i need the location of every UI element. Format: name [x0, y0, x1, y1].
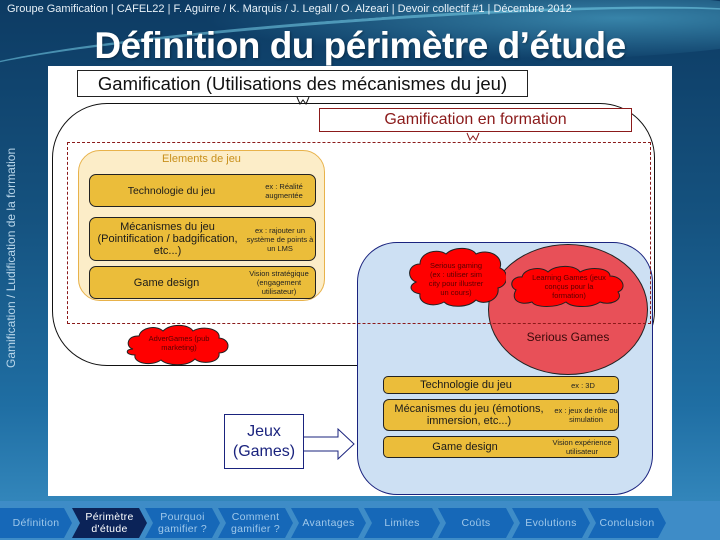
page-title: Définition du périmètre d’étude	[94, 25, 626, 66]
nav-tab-perimetre[interactable]: Périmètre d'étude	[72, 508, 147, 538]
nav-tab-pourquoi[interactable]: Pourquoi gamifier ?	[145, 508, 220, 538]
side-label: Gamification / Ludification de la format…	[4, 147, 18, 368]
games-row-main: Mécanismes du jeu (émotions, immersion, …	[394, 403, 544, 427]
brace-arrow-icon	[466, 132, 480, 141]
elements-title: Elements de jeu	[162, 153, 241, 165]
games-row-note: ex : jeux de rôle ou simulation	[554, 406, 618, 424]
nav-tab-limites[interactable]: Limites	[364, 508, 440, 538]
section-nav: Définition Périmètre d'étude Pourquoi ga…	[0, 501, 720, 540]
gamification-box: Gamification (Utilisations des mécanisme…	[77, 70, 528, 97]
element-row-main: Game design	[133, 276, 200, 289]
games-row-main: Technologie du jeu	[420, 379, 512, 391]
element-row: Mécanismes du jeu (Pointification / badg…	[89, 217, 316, 261]
element-row-main: Mécanismes du jeu (Pointification / badg…	[97, 221, 238, 257]
learning-games-label: Learning Games (jeux conçus pour la form…	[532, 273, 606, 300]
element-row: Game design Vision stratégique (engageme…	[89, 266, 316, 299]
nav-tab-evolutions[interactable]: Evolutions	[512, 508, 590, 538]
arrow-right-icon	[304, 428, 355, 460]
games-row-note: Vision expérience utilisateur	[552, 438, 612, 456]
games-row: Technologie du jeu ex : 3D	[383, 376, 619, 394]
serious-games-label: Serious Games	[526, 330, 610, 344]
serious-gaming-label: Serious gaming (ex : utiliser sim city p…	[428, 261, 484, 297]
element-row-note: ex : rajouter un système de points à un …	[246, 225, 314, 253]
nav-tab-conclusion[interactable]: Conclusion	[588, 508, 666, 538]
jeux-box: Jeux (Games)	[224, 414, 304, 469]
header-meta-line: Groupe Gamification | CAFEL22 | F. Aguir…	[7, 3, 572, 15]
games-row-main: Game design	[432, 441, 498, 453]
element-row-note: ex : Réalité augmentée	[265, 181, 303, 200]
formation-box: Gamification en formation	[319, 108, 632, 132]
elements-de-jeu-box: Elements de jeu Technologie du jeu ex : …	[78, 150, 325, 301]
games-row-note: ex : 3D	[571, 380, 595, 390]
games-row: Game design Vision expérience utilisateu…	[383, 436, 619, 458]
nav-tab-definition[interactable]: Définition	[0, 508, 72, 538]
element-row-main: Technologie du jeu	[127, 184, 216, 197]
nav-tab-avantages[interactable]: Avantages	[291, 508, 366, 538]
element-row: Technologie du jeu ex : Réalité augmenté…	[89, 174, 316, 207]
diagram-canvas: Gamification (Utilisations des mécanisme…	[48, 66, 672, 496]
nav-tab-comment[interactable]: Comment gamifier ?	[218, 508, 293, 538]
advergames-label: AdverGames (pub marketing)	[148, 334, 210, 352]
games-row: Mécanismes du jeu (émotions, immersion, …	[383, 399, 619, 431]
nav-tab-couts[interactable]: Coûts	[438, 508, 514, 538]
element-row-note: Vision stratégique (engagement utilisate…	[249, 269, 309, 296]
